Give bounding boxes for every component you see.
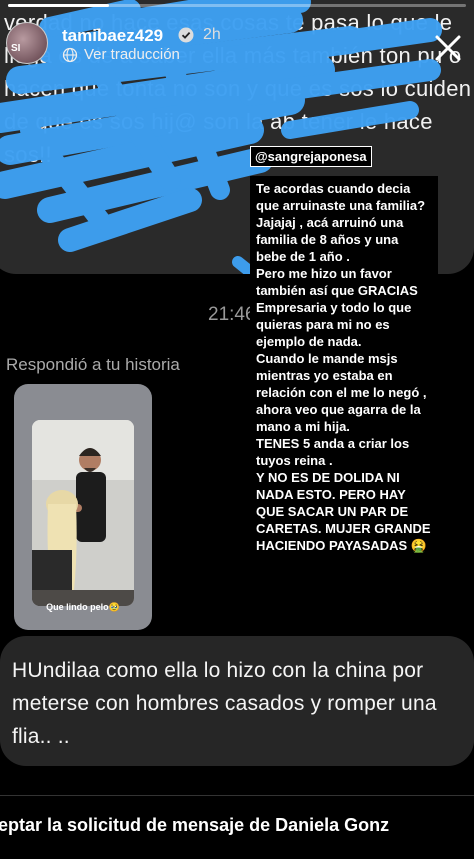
globe-icon [62, 47, 78, 62]
overlay-text: Te acordas cuando decia que arruinaste u… [250, 176, 438, 558]
username[interactable]: tamibaez429 [62, 26, 163, 46]
close-icon[interactable] [433, 33, 463, 63]
story-caption: Que lindo pelo🥹 [46, 602, 120, 612]
story-photo-illustration [32, 420, 134, 606]
avatar[interactable]: SI [6, 22, 48, 64]
story-thumbnail [32, 420, 134, 606]
story-progress-bar [8, 4, 466, 7]
replied-to-story-label: Respondió a tu historia [6, 355, 180, 374]
time-ago: 2h [203, 26, 221, 43]
translate-label: Ver traducción [84, 46, 180, 63]
overlay-mention[interactable]: @sangrejaponesa [250, 146, 372, 167]
divider [0, 795, 474, 796]
story-progress-fill [8, 4, 109, 7]
message-2-text: HUndilaa como ella lo hizo con la china … [12, 659, 437, 748]
message-bubble-2: HUndilaa como ella lo hizo con la china … [0, 636, 474, 766]
message-timestamp: 21:46 [208, 304, 256, 325]
translate-button[interactable]: Ver traducción [62, 46, 180, 63]
avatar-tag: SI [11, 43, 21, 54]
story-preview[interactable]: Que lindo pelo🥹 [14, 384, 152, 630]
verified-badge-icon [178, 27, 194, 43]
message-request-prompt: eptar la solicitud de mensaje de Daniela… [0, 815, 390, 835]
